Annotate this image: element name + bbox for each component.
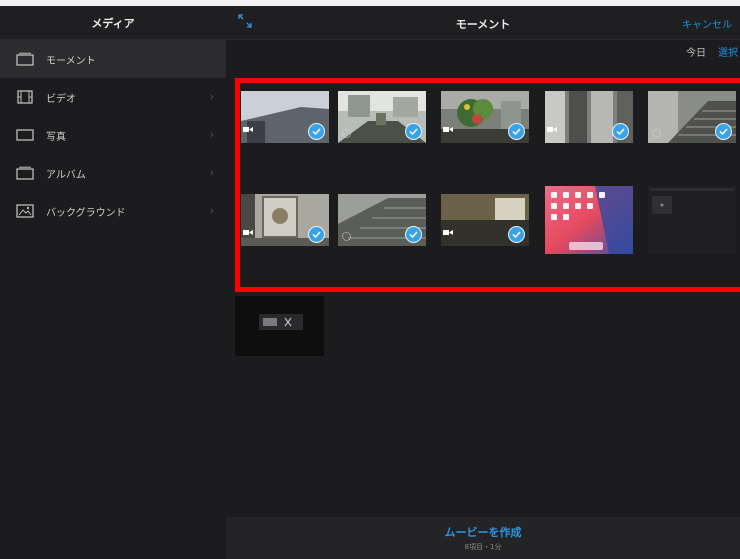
page-title: モーメント (455, 18, 511, 31)
chevron-right-icon: › (209, 166, 214, 179)
sidebar-item-backgrounds[interactable]: バックグラウンド › (0, 192, 226, 230)
background-image-icon (14, 203, 36, 219)
video-camera-icon (443, 118, 453, 137)
video-camera-icon (443, 221, 453, 240)
video-camera-icon (547, 118, 557, 137)
thumb-dark-screenshot-2[interactable] (235, 296, 324, 356)
section-header: 今日 選択 (686, 44, 740, 60)
chevron-right-icon: › (209, 204, 214, 217)
thumb-corridor-video[interactable] (241, 91, 329, 143)
sidebar-item-moments[interactable]: モーメント (0, 40, 226, 78)
thumb-wallart-video[interactable] (241, 194, 329, 246)
checkmark-icon (308, 226, 325, 243)
checkmark-icon (612, 123, 629, 140)
film-icon (14, 89, 36, 105)
live-photo-icon (342, 232, 351, 241)
video-camera-icon (243, 221, 253, 240)
photo-frame-icon (14, 127, 36, 143)
chevron-right-icon: › (209, 128, 214, 141)
thumb-stairs-live[interactable] (648, 91, 736, 143)
sidebar-item-albums[interactable]: アルバム › (0, 154, 226, 192)
live-photo-icon (652, 129, 661, 138)
make-movie-button[interactable]: ムービーを作成 (445, 524, 522, 540)
selection-summary: 8項目・1分 (464, 543, 502, 551)
sidebar-title: メディア (91, 16, 135, 30)
checkmark-icon (508, 123, 525, 140)
sidebar-item-label: アルバム (46, 169, 86, 181)
chevron-right-icon: › (209, 90, 214, 103)
checkmark-icon (715, 123, 732, 140)
media-sidebar: メディア モーメント ビデオ › 写真 › アルバム › バックグラウンド › (0, 6, 226, 559)
thumb-courtyard-live[interactable] (338, 91, 426, 143)
live-photo-icon (342, 129, 351, 138)
sidebar-item-label: ビデオ (46, 93, 76, 105)
moments-panel: モーメント キャンセル 今日 選択 ムービーを作成 8項目・1分 (226, 6, 740, 559)
sidebar-item-label: 写真 (46, 131, 66, 143)
thumb-dark-screenshot[interactable] (648, 186, 736, 254)
main-header: モーメント キャンセル (226, 6, 740, 40)
cancel-button[interactable]: キャンセル (682, 16, 732, 31)
checkmark-icon (508, 226, 525, 243)
section-date-label: 今日 (686, 48, 706, 59)
sidebar-item-photos[interactable]: 写真 › (0, 116, 226, 154)
moments-icon (14, 51, 36, 67)
sidebar-header: メディア (0, 6, 226, 40)
sidebar-item-label: モーメント (46, 55, 96, 67)
select-button[interactable]: 選択 (718, 44, 738, 60)
video-camera-icon (243, 118, 253, 137)
thumb-ipad-screenshot[interactable] (545, 186, 633, 254)
album-icon (14, 165, 36, 181)
thumb-doorway-video[interactable] (545, 91, 633, 143)
sidebar-item-video[interactable]: ビデオ › (0, 78, 226, 116)
thumb-room-video[interactable] (441, 194, 529, 246)
checkmark-icon (405, 226, 422, 243)
thumb-stairs2-live[interactable] (338, 194, 426, 246)
thumb-plants-video[interactable] (441, 91, 529, 143)
sidebar-item-label: バックグラウンド (46, 207, 126, 219)
checkmark-icon (308, 123, 325, 140)
checkmark-icon (405, 123, 422, 140)
make-movie-bar[interactable]: ムービーを作成 8項目・1分 (226, 517, 740, 559)
